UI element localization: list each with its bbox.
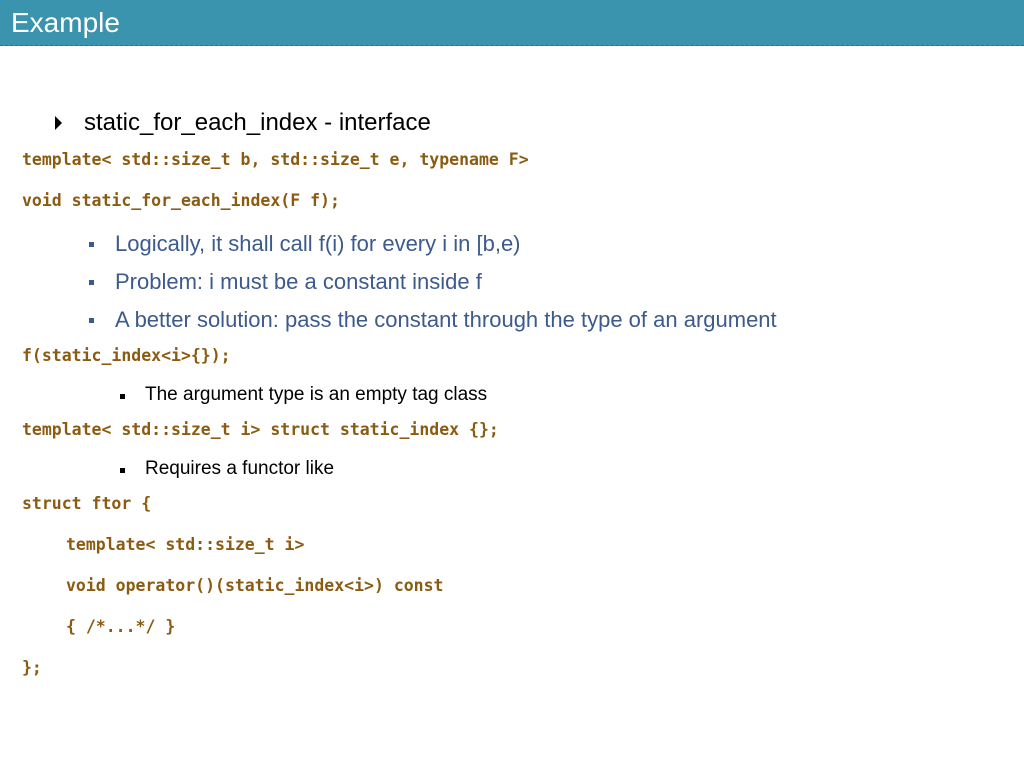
square-bullet-icon — [89, 318, 94, 323]
code-ftor-close: }; — [22, 658, 42, 677]
code-ftor-template: template< std::size_t i> — [66, 535, 305, 554]
code-static-index: template< std::size_t i> struct static_i… — [22, 420, 499, 439]
square-bullet-icon — [89, 280, 94, 285]
code-ftor-body: { /*...*/ } — [66, 617, 176, 636]
sub-bullet-logically: Logically, it shall call f(i) for every … — [115, 231, 521, 256]
note-argument-type: The argument type is an empty tag class — [145, 384, 488, 405]
code-ftor-open: struct ftor { — [22, 494, 152, 513]
slide-title-bar: Example — [0, 0, 1024, 46]
slide-title: Example — [11, 7, 120, 38]
code-ftor-operator: void operator()(static_index<i>) const — [66, 576, 444, 595]
code-call: f(static_index<i>{}); — [22, 346, 231, 365]
square-bullet-icon — [120, 468, 125, 473]
sub-bullet-solution: A better solution: pass the constant thr… — [115, 307, 777, 332]
bullet-interface: static_for_each_index - interface — [84, 109, 431, 136]
code-void-decl: void static_for_each_index(F f); — [22, 191, 340, 210]
square-bullet-icon — [89, 242, 94, 247]
arrow-bullet-icon — [55, 116, 62, 130]
square-bullet-icon — [120, 394, 125, 399]
code-template-decl: template< std::size_t b, std::size_t e, … — [22, 150, 529, 169]
note-functor: Requires a functor like — [145, 458, 335, 479]
sub-bullet-problem: Problem: i must be a constant inside f — [115, 269, 482, 294]
